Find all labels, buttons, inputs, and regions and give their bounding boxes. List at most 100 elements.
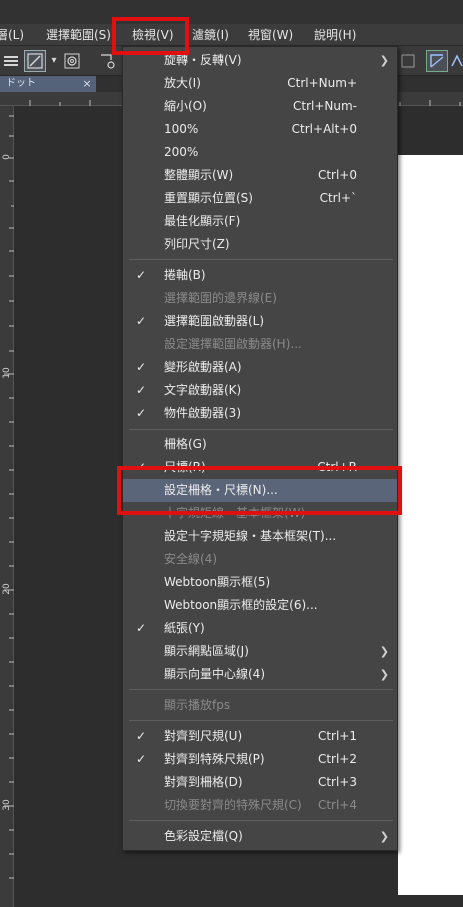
menu-item-snap-ruler[interactable]: ✓ 對齊到尺規(U) Ctrl+1 — [123, 725, 397, 748]
menu-item-shortcut: Ctrl+Num+ — [287, 76, 357, 90]
menu-item-selection-launcher-settings: 設定選擇範圍啟動器(H)... — [123, 333, 397, 356]
menu-item-scrollbar[interactable]: ✓ 捲軸(B) — [123, 264, 397, 287]
vertical-ruler: 0 10 20 30 — [0, 106, 14, 907]
menu-help[interactable]: 說明(H) — [314, 24, 356, 46]
menu-item-snap-special-ruler[interactable]: ✓ 對齊到特殊尺規(P) Ctrl+2 — [123, 748, 397, 771]
square-icon[interactable] — [400, 50, 416, 72]
menu-item-text-launcher[interactable]: ✓ 文字啟動器(K) — [123, 379, 397, 402]
menu-item-label: 切換要對齊的特殊尺規(C) — [164, 798, 302, 812]
menu-item-webtoon-frame-settings[interactable]: Webtoon顯示框的設定(6)... — [123, 594, 397, 617]
menu-separator — [129, 429, 393, 430]
check-icon: ✓ — [136, 383, 147, 397]
menu-item-label: 文字啟動器(K) — [164, 383, 242, 397]
menu-item-transform-launcher[interactable]: ✓ 變形啟動器(A) — [123, 356, 397, 379]
menu-item-label: 列印尺寸(Z) — [164, 237, 230, 251]
menu-item-label: 縮小(O) — [164, 99, 207, 113]
menu-filter[interactable]: 濾鏡(I) — [192, 24, 229, 46]
menu-item-paper[interactable]: ✓ 紙張(Y) — [123, 617, 397, 640]
chevron-down-icon[interactable]: ▾ — [48, 50, 60, 72]
menu-item-label: Webtoon顯示框的設定(6)... — [164, 598, 318, 612]
menu-item-label: 顯示網點區域(J) — [164, 644, 249, 658]
menu-item-grid[interactable]: 柵格(G) — [123, 433, 397, 456]
menu-separator — [129, 820, 393, 821]
menu-item-label: 安全線(4) — [164, 552, 217, 566]
menu-item-shortcut: Ctrl+1 — [317, 729, 357, 743]
menu-item-shortcut: Ctrl+3 — [317, 775, 357, 789]
menu-layer[interactable]: 層(L) — [0, 24, 24, 46]
menu-item-selection-launcher[interactable]: ✓ 選擇範圍啟動器(L) — [123, 310, 397, 333]
menu-item-label: 變形啟動器(A) — [164, 360, 242, 374]
check-icon: ✓ — [136, 314, 147, 328]
menu-item-label: 200% — [164, 145, 199, 159]
menu-item-label: 物件啟動器(3) — [164, 406, 241, 420]
check-icon: ✓ — [136, 268, 147, 282]
menu-item-toggle-special-ruler: 切換要對齊的特殊尺規(C) Ctrl+4 — [123, 794, 397, 817]
ruler-mark-30: 30 — [2, 799, 12, 811]
menu-item-safe-line: 安全線(4) — [123, 548, 397, 571]
menu-item-label: 選擇範圍的邊界線(E) — [164, 291, 277, 305]
app-window: 層(L) 選擇範圍(S) 檢視(V) 濾鏡(I) 視窗(W) 說明(H) ▾ ド… — [0, 0, 463, 907]
menu-item-webtoon-frame[interactable]: Webtoon顯示框(5) — [123, 571, 397, 594]
submenu-arrow-icon: ❯ — [379, 54, 389, 67]
submenu-arrow-icon: ❯ — [379, 668, 389, 681]
menu-item-reset-position[interactable]: 重置顯示位置(S) Ctrl+` — [123, 187, 397, 210]
hamburger-icon[interactable] — [2, 50, 20, 72]
menu-item-optimize-view[interactable]: 最佳化顯示(F) — [123, 210, 397, 233]
menu-item-label: 選擇範圍啟動器(L) — [164, 314, 265, 328]
menu-item-crop-marks-settings[interactable]: 設定十字規矩線・基本框架(T)... — [123, 525, 397, 548]
pen-tool-icon[interactable] — [24, 50, 46, 72]
menu-item-playback-fps: 顯示播放fps — [123, 694, 397, 717]
menu-selection[interactable]: 選擇範圍(S) — [46, 24, 111, 46]
menu-item-200-percent[interactable]: 200% — [123, 141, 397, 164]
check-icon: ✓ — [136, 752, 147, 766]
menu-item-label: 放大(I) — [164, 76, 201, 90]
title-strip — [0, 0, 463, 24]
ruler-mark-20: 20 — [2, 583, 12, 595]
menu-item-label: 捲軸(B) — [164, 268, 206, 282]
canvas-paper[interactable] — [398, 155, 463, 895]
menu-item-shortcut: Ctrl+Alt+0 — [291, 122, 357, 136]
menu-item-label: 對齊到特殊尺規(P) — [164, 752, 265, 766]
highlight-box-view-menu — [112, 17, 189, 55]
menu-item-100-percent[interactable]: 100% Ctrl+Alt+0 — [123, 118, 397, 141]
menu-item-vector-centerline[interactable]: 顯示向量中心線(4) ❯ — [123, 663, 397, 686]
ruler-mark-10: 10 — [2, 367, 12, 379]
menu-item-zoom-out[interactable]: 縮小(O) Ctrl+Num- — [123, 95, 397, 118]
spiral-icon[interactable] — [62, 50, 82, 72]
menu-separator — [129, 720, 393, 721]
menu-item-print-size[interactable]: 列印尺寸(Z) — [123, 233, 397, 256]
menu-item-label: 對齊到柵格(D) — [164, 775, 243, 789]
menu-separator — [129, 689, 393, 690]
menu-item-shortcut: Ctrl+Num- — [292, 99, 357, 113]
menu-item-label: 整體顯示(W) — [164, 168, 234, 182]
document-tab-label: ドット — [6, 78, 36, 89]
menu-item-shortcut: Ctrl+4 — [317, 798, 357, 812]
menu-item-label: Webtoon顯示框(5) — [164, 575, 271, 589]
menu-item-label: 顯示向量中心線(4) — [164, 667, 265, 681]
menu-item-label: 設定選擇範圍啟動器(H)... — [164, 337, 302, 351]
menu-item-label: 最佳化顯示(F) — [164, 214, 241, 228]
menubar: 層(L) 選擇範圍(S) 檢視(V) 濾鏡(I) 視窗(W) 說明(H) — [0, 24, 463, 46]
view-menu-dropdown: 旋轉・反轉(V) ❯ 放大(I) Ctrl+Num+ 縮小(O) Ctrl+Nu… — [122, 46, 398, 851]
menu-item-label: 對齊到尺規(U) — [164, 729, 243, 743]
menu-item-shortcut: Ctrl+2 — [317, 752, 357, 766]
menu-item-color-profile[interactable]: 色彩設定檔(Q) ❯ — [123, 825, 397, 848]
menu-item-label: 重置顯示位置(S) — [164, 191, 253, 205]
menu-item-snap-grid[interactable]: 對齊到柵格(D) Ctrl+3 — [123, 771, 397, 794]
check-icon: ✓ — [136, 360, 147, 374]
close-icon[interactable]: × — [80, 76, 94, 92]
menu-item-zoom-in[interactable]: 放大(I) Ctrl+Num+ — [123, 72, 397, 95]
menu-item-label: 100% — [164, 122, 199, 136]
check-icon: ✓ — [136, 729, 147, 743]
check-icon: ✓ — [136, 621, 147, 635]
menu-item-fit-view[interactable]: 整體顯示(W) Ctrl+0 — [123, 164, 397, 187]
menu-item-tone-area[interactable]: 顯示網點區域(J) ❯ — [123, 640, 397, 663]
check-icon: ✓ — [136, 406, 147, 420]
special-ruler-icon[interactable] — [450, 50, 463, 72]
menu-item-label: 顯示播放fps — [164, 698, 231, 712]
menu-item-shortcut: Ctrl+` — [319, 191, 357, 205]
menu-item-object-launcher[interactable]: ✓ 物件啟動器(3) — [123, 402, 397, 425]
menu-window[interactable]: 視窗(W) — [248, 24, 293, 46]
menu-separator — [129, 259, 393, 260]
ruler-snap-icon[interactable] — [426, 50, 448, 72]
